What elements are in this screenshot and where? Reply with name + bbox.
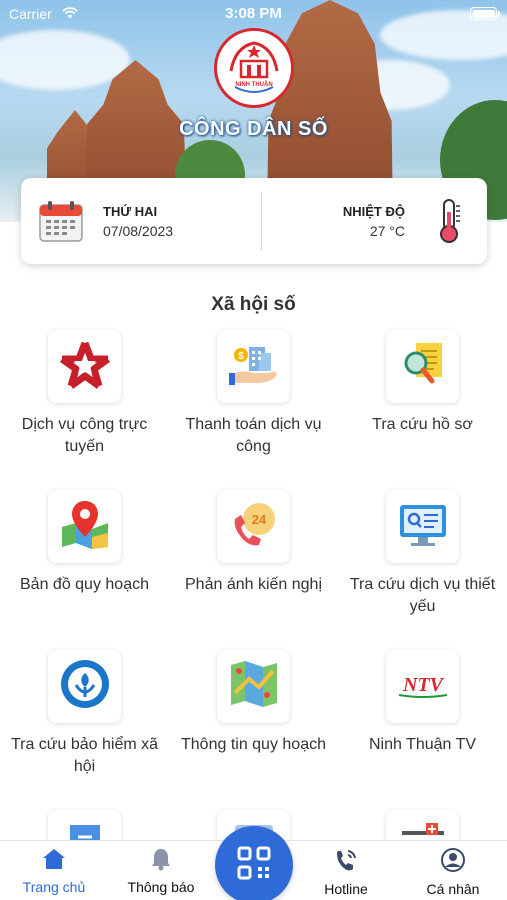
service-tile-feedback[interactable]: 24 Phản ánh kiến nghị (169, 488, 338, 648)
calendar-icon (39, 200, 83, 247)
app-title: CÔNG DÂN SỐ (179, 118, 328, 140)
tile-icon-box (48, 490, 121, 563)
public-service-star-icon (58, 337, 112, 396)
nav-home[interactable]: Trang chủ (9, 847, 99, 895)
tile-label: Bản đồ quy hoạch (20, 576, 149, 593)
card-divider (261, 192, 262, 250)
social-insurance-icon (58, 657, 112, 716)
date-weather-card: THỨ HAI 07/08/2023 NHIỆT ĐỘ 27 °C (21, 178, 487, 264)
service-tile-payment[interactable]: $ Thanh toán dịch vụ công (169, 328, 338, 488)
svg-text:NINH THUẬN: NINH THUẬN (235, 81, 272, 88)
phone-24-icon: 24 (227, 497, 281, 556)
tile-icon-box (48, 650, 121, 723)
logo-emblem-icon: NINH THUẬN (229, 41, 279, 93)
battery-icon (470, 7, 500, 20)
tile-label: Thanh toán dịch vụ công (185, 416, 322, 455)
service-tile-planning-map[interactable]: Bản đồ quy hoạch (0, 488, 169, 648)
tile-icon-box (386, 490, 459, 563)
bell-icon (150, 849, 172, 875)
tile-icon-box (48, 330, 121, 403)
tile-label: Tra cứu bảo hiểm xã hội (10, 736, 159, 775)
qr-scan-button[interactable] (215, 826, 293, 900)
temperature-value: 27 °C (369, 223, 405, 239)
nav-notifications-label: Thông báo (127, 879, 195, 895)
service-tile-essential-services[interactable]: Tra cứu dịch vụ thiết yếu (338, 488, 507, 648)
status-bar: Carrier 3:08 PM (0, 0, 507, 28)
weekday-label: THỨ HAI (103, 204, 158, 219)
nav-profile-label: Cá nhân (426, 881, 480, 897)
thermometer-icon (435, 198, 463, 249)
nav-hotline-label: Hotline (324, 881, 368, 897)
payment-hand-icon: $ (227, 337, 281, 396)
nav-home-label: Trang chủ (22, 879, 86, 895)
tile-icon-box (386, 330, 459, 403)
tile-label: Ninh Thuận TV (368, 736, 477, 753)
tile-label: Tra cứu dịch vụ thiết yếu (349, 576, 496, 615)
map-pin-icon (58, 497, 112, 556)
tile-label: Dịch vụ công trực tuyến (21, 416, 148, 455)
phone-icon (333, 850, 359, 877)
user-avatar-icon (440, 848, 466, 877)
tile-icon-box: 24 (217, 490, 290, 563)
ntv-logo-icon: NTV (393, 669, 453, 704)
svg-text:$: $ (238, 351, 244, 362)
temperature-label: NHIỆT ĐỘ (342, 204, 405, 219)
service-tile-online-public-service[interactable]: Dịch vụ công trực tuyến (0, 328, 169, 488)
svg-text:24: 24 (251, 512, 266, 527)
tile-label: Thông tin quy hoạch (181, 736, 326, 753)
svg-text:NTV: NTV (402, 674, 445, 696)
city-logo: NINH THUẬN (214, 28, 294, 108)
date-value: 07/08/2023 (103, 223, 174, 239)
nav-profile[interactable]: Cá nhân (408, 847, 498, 897)
tile-icon-box (217, 650, 290, 723)
clock: 3:08 PM (225, 5, 282, 22)
nav-hotline[interactable]: Hotline (301, 847, 391, 897)
tile-label: Tra cứu hồ sơ (372, 416, 473, 433)
qr-code-icon (236, 845, 272, 886)
service-tile-social-insurance[interactable]: Tra cứu bảo hiểm xã hội (0, 648, 169, 808)
planning-map-icon (227, 657, 281, 716)
service-tile-ninh-thuan-tv[interactable]: NTV Ninh Thuận TV (338, 648, 507, 808)
document-search-icon (396, 337, 450, 396)
service-tile-document-lookup[interactable]: Tra cứu hồ sơ (338, 328, 507, 488)
section-title: Xã hội số (211, 294, 296, 315)
home-icon (41, 849, 67, 875)
tile-icon-box: $ (217, 330, 290, 403)
tile-label: Phản ánh kiến nghị (185, 576, 322, 593)
tile-icon-box: NTV (386, 650, 459, 723)
cloud (0, 30, 130, 90)
service-tile-planning-info[interactable]: Thông tin quy hoạch (169, 648, 338, 808)
monitor-search-icon (396, 497, 450, 556)
nav-notifications[interactable]: Thông báo (116, 847, 206, 895)
